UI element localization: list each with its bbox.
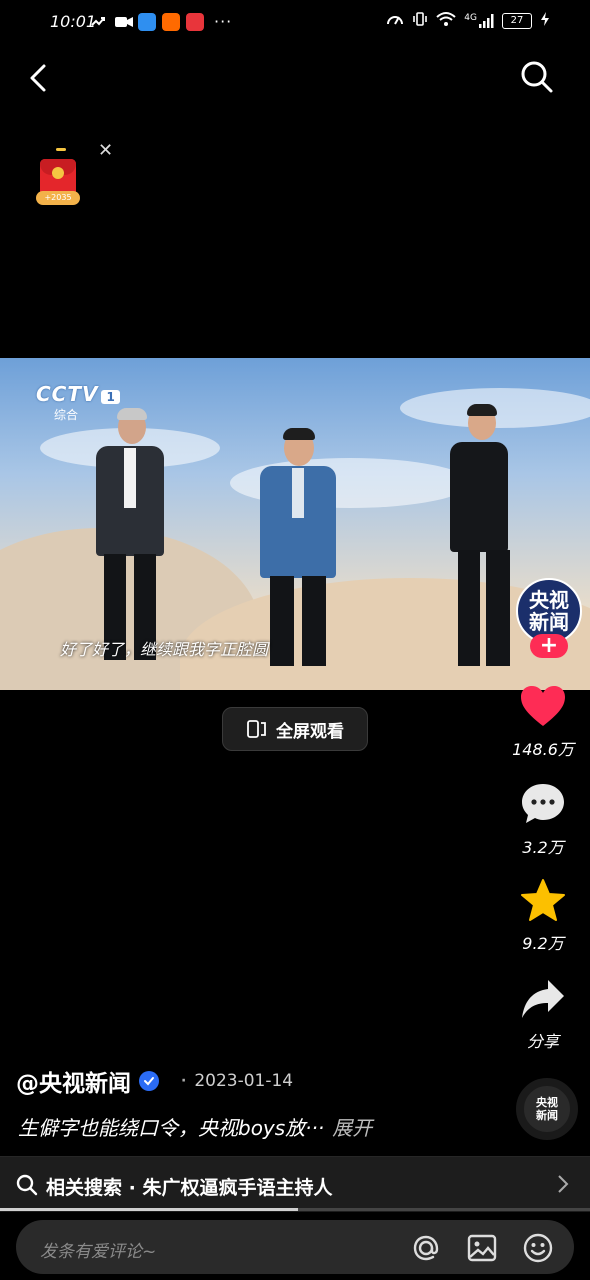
status-bar: 10:01 ··· 4G 27 [0, 0, 590, 44]
wifi-icon [436, 11, 456, 31]
speed-icon [386, 11, 404, 31]
reader-app-icon [186, 12, 204, 31]
charging-icon [540, 11, 550, 31]
progress-fill [0, 1208, 298, 1211]
comment-input-bar[interactable]: 发条有爱评论~ [16, 1220, 574, 1274]
red-packet-close-button[interactable]: ✕ [98, 140, 113, 161]
share-label: 分享 [526, 1032, 559, 1051]
close-icon: ✕ [98, 140, 114, 161]
system-status: 4G 27 [386, 11, 550, 31]
video-icon [114, 13, 133, 31]
date-separator: · [181, 1073, 187, 1089]
vibrate-icon [412, 11, 428, 31]
video-player[interactable]: CCTV 1 综合 好了好了，继续跟我字正腔圆 [0, 358, 590, 690]
share-arrow-icon [522, 980, 564, 1018]
presenter-center [258, 428, 338, 670]
comment-count: 3.2万 [522, 838, 564, 857]
back-button[interactable] [24, 60, 54, 96]
heart-icon [521, 686, 565, 726]
search-icon [16, 1174, 38, 1196]
video-subtitle: 好了好了，继续跟我字正腔圆 [60, 640, 269, 659]
post-description: 生僻字也能绕口令，央视boys放··· 展开 [18, 1112, 372, 1141]
publish-date: 2023-01-14 [194, 1071, 294, 1091]
at-mention-icon[interactable] [410, 1232, 442, 1264]
favorite-count: 9.2万 [522, 934, 564, 953]
signal-icon: 4G [464, 13, 494, 29]
presenter-right [440, 404, 530, 674]
related-search-text: 相关搜索 · 朱广权逼疯手语主持人 [46, 1177, 333, 1199]
star-icon [521, 879, 565, 921]
author-row: @央视新闻 · 2023-01-14 [16, 1064, 293, 1098]
missed-call-icon [90, 13, 108, 31]
presenter-left [90, 408, 170, 670]
chevron-left-icon [30, 64, 46, 92]
red-packet-widget[interactable]: +2035 [36, 145, 82, 207]
red-packet-amount: +2035 [36, 191, 80, 205]
follow-button[interactable]: + [530, 634, 568, 658]
like-count: 148.6万 [512, 740, 574, 759]
like-action[interactable]: 148.6万 [508, 684, 578, 760]
rotate-screen-icon [247, 720, 266, 738]
battery-indicator: 27 [502, 13, 532, 29]
comment-action[interactable]: 3.2万 [508, 782, 578, 858]
cctv-channel-number: 1 [101, 389, 120, 404]
comment-bubble-icon [522, 784, 564, 823]
search-button[interactable] [520, 60, 554, 94]
related-search-bar[interactable]: 相关搜索 · 朱广权逼疯手语主持人 [0, 1156, 590, 1212]
browser-app-icon [138, 12, 156, 31]
verified-icon [139, 1071, 159, 1091]
chevron-right-icon [558, 1175, 569, 1193]
red-packet-timer-bar [56, 148, 66, 151]
fullscreen-button[interactable]: 全屏观看 [222, 707, 368, 751]
more-notifications-icon: ··· [214, 12, 233, 31]
description-text: 生僻字也能绕口令，央视boys放··· [18, 1116, 325, 1140]
taobao-app-icon [162, 12, 180, 31]
fullscreen-label: 全屏观看 [276, 721, 344, 742]
image-icon[interactable] [466, 1232, 498, 1264]
expand-link[interactable]: 展开 [332, 1116, 372, 1140]
favorite-action[interactable]: 9.2万 [508, 878, 578, 954]
cctv-logo-text: CCTV [36, 382, 99, 406]
network-type: 4G [464, 13, 477, 23]
share-action[interactable]: 分享 [508, 978, 578, 1052]
author-name[interactable]: @央视新闻 [16, 1064, 131, 1098]
music-disc[interactable]: 央视 新闻 [516, 1078, 578, 1140]
comment-placeholder[interactable]: 发条有爱评论~ [40, 1237, 156, 1262]
emoji-icon[interactable] [522, 1232, 554, 1264]
search-icon [521, 61, 553, 93]
plus-icon: + [539, 633, 559, 658]
notification-icons: ··· [90, 12, 232, 31]
